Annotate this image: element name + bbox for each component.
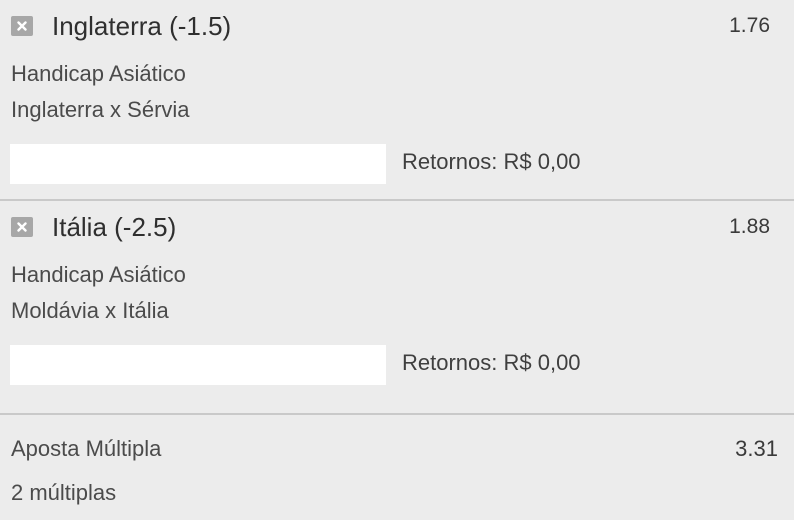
remove-bet-button-2[interactable] <box>11 217 33 237</box>
remove-bet-button-1[interactable] <box>11 16 33 36</box>
bet-match: Inglaterra x Sérvia <box>11 97 190 122</box>
multiple-bet-odds: 3.31 <box>735 436 778 461</box>
bet-returns: Retornos: R$ 0,00 <box>402 149 581 174</box>
bet-match: Moldávia x Itália <box>11 298 169 323</box>
multiple-bet-section: Aposta Múltipla 3.31 2 múltiplas <box>0 415 794 520</box>
bet-selection: Itália (-2.5) <box>52 212 177 242</box>
bet-odds: 1.76 <box>729 14 770 37</box>
close-icon <box>17 21 27 31</box>
bet-market: Handicap Asiático <box>11 262 186 287</box>
close-icon <box>17 222 27 232</box>
multiple-bet-count: 2 múltiplas <box>11 480 117 505</box>
bet-market: Handicap Asiático <box>11 61 186 86</box>
bet-slip-item-1: Inglaterra (-1.5) 1.76 Handicap Asiático… <box>0 0 794 201</box>
bet-returns: Retornos: R$ 0,00 <box>402 350 581 375</box>
stake-input[interactable] <box>10 144 386 184</box>
bet-odds: 1.88 <box>729 215 770 238</box>
bet-slip-item-2: Itália (-2.5) 1.88 Handicap Asiático Mol… <box>0 201 794 415</box>
stake-input[interactable] <box>10 345 386 385</box>
multiple-bet-label: Aposta Múltipla <box>11 436 162 461</box>
bet-selection: Inglaterra (-1.5) <box>52 11 232 41</box>
